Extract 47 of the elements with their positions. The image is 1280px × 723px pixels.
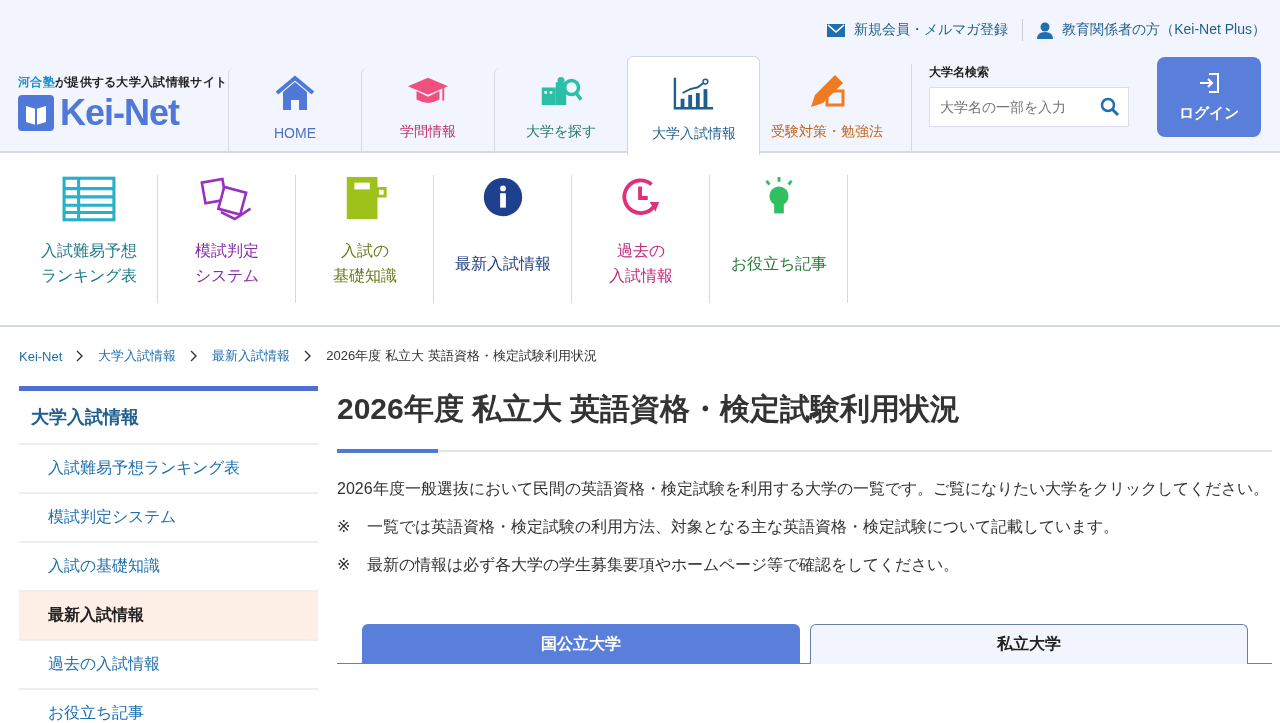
breadcrumb-current: 2026年度 私立大 英語資格・検定試験利用状況 bbox=[326, 347, 597, 365]
page-title: 2026年度 私立大 英語資格・検定試験利用状況 bbox=[337, 391, 962, 427]
submenu-item[interactable]: 入試難易予想 ランキング表 bbox=[20, 175, 158, 303]
chevron-icon bbox=[190, 350, 199, 362]
submenu-item[interactable]: 最新入試情報 bbox=[434, 175, 572, 303]
search-icon[interactable] bbox=[1100, 97, 1120, 117]
nav-tab[interactable]: HOME bbox=[228, 68, 361, 153]
header-link[interactable]: 新規会員・メルマガ登録 bbox=[827, 21, 1009, 39]
submenu-item[interactable]: お役立ち記事 bbox=[710, 175, 848, 303]
category-tab[interactable]: 私立大学 bbox=[810, 624, 1248, 664]
submenu-item[interactable]: 過去の 入試情報 bbox=[572, 175, 710, 303]
header-link[interactable]: 教育関係者の方（Kei-Net Plus） bbox=[1037, 21, 1266, 39]
book-logo-icon bbox=[18, 95, 54, 131]
blocks-icon bbox=[199, 175, 254, 223]
sidebar-heading[interactable]: 大学入試情報 bbox=[19, 391, 318, 445]
sidebar-item[interactable]: 最新入試情報 bbox=[19, 592, 318, 641]
breadcrumb-link[interactable]: 最新入試情報 bbox=[212, 347, 291, 365]
search-label: 大学名検索 bbox=[929, 64, 990, 81]
sidebar-item[interactable]: お役立ち記事 bbox=[19, 690, 318, 723]
sidebar-item[interactable]: 入試難易予想ランキング表 bbox=[19, 445, 318, 494]
login-icon bbox=[1198, 71, 1220, 94]
table-icon bbox=[61, 175, 116, 223]
category-tab[interactable]: 国公立大学 bbox=[362, 624, 800, 664]
search-field[interactable]: 大学名の一部を入力 bbox=[929, 87, 1129, 127]
person-icon bbox=[1037, 21, 1054, 39]
mail-icon bbox=[827, 23, 846, 37]
logo-wordmark[interactable]: Kei-Net bbox=[60, 95, 180, 131]
nav-tab[interactable]: 学問情報 bbox=[361, 68, 494, 153]
note-mark: ※ bbox=[337, 555, 351, 575]
chevron-icon bbox=[76, 350, 85, 362]
chevron-icon bbox=[304, 350, 313, 362]
submenu-item[interactable]: 模試判定 システム bbox=[158, 175, 296, 303]
intro-text: 2026年度一般選抜において民間の英語資格・検定試験を利用する大学の一覧です。ご覧になりたい大学をクリックしてください。 bbox=[337, 479, 1270, 499]
sidebar-item[interactable]: 模試判定システム bbox=[19, 494, 318, 543]
nav-tab[interactable]: 受験対策・勉強法 bbox=[760, 68, 893, 153]
login-button[interactable]: ログイン bbox=[1157, 57, 1261, 137]
sidebar-item[interactable]: 過去の入試情報 bbox=[19, 641, 318, 690]
submenu-item[interactable]: 入試の 基礎知識 bbox=[296, 175, 434, 303]
bar-chart-icon bbox=[672, 75, 715, 111]
nav-tab[interactable]: 大学入試情報 bbox=[627, 56, 760, 155]
breadcrumb-link[interactable]: 大学入試情報 bbox=[98, 347, 177, 365]
breadcrumb-link[interactable]: Kei-Net bbox=[19, 348, 63, 364]
note-mark: ※ bbox=[337, 517, 351, 537]
note-text: 最新の情報は必ず各大学の学生募集要項やホームページ等で確認をしてください。 bbox=[367, 555, 960, 575]
note-text: 一覧では英語資格・検定試験の利用方法、対象となる主な英語資格・検定試験について記載しています。 bbox=[367, 517, 1120, 537]
logo-tagline: 河合塾が提供する大学入試情報サイト bbox=[18, 75, 228, 90]
home-icon bbox=[274, 75, 316, 111]
